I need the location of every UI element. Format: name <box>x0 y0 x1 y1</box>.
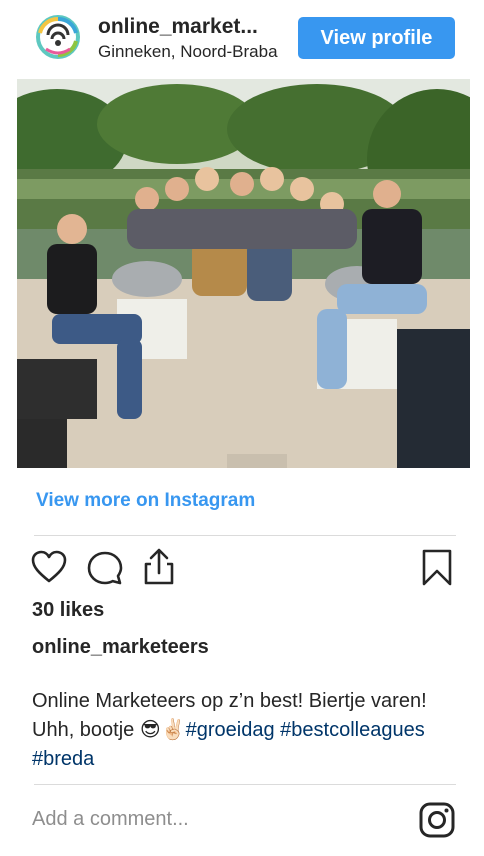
post-caption: Online Marketeers op z’n best! Biertje v… <box>32 687 452 774</box>
hashtag-link[interactable]: #groeidag <box>186 719 275 741</box>
divider <box>34 784 456 785</box>
action-bar <box>0 546 484 590</box>
divider <box>34 535 456 536</box>
post-image[interactable] <box>17 79 470 468</box>
view-profile-button[interactable]: View profile <box>298 17 455 59</box>
brand-logo-icon <box>36 15 80 59</box>
likes-count[interactable]: 30 likes <box>32 599 104 622</box>
hashtag-link[interactable]: #breda <box>32 748 94 770</box>
add-comment-input[interactable]: Add a comment... <box>32 808 189 831</box>
profile-avatar[interactable] <box>34 13 82 61</box>
heart-icon[interactable] <box>31 550 67 589</box>
view-more-link[interactable]: View more on Instagram <box>36 490 255 512</box>
comment-icon[interactable] <box>87 550 123 591</box>
post-author[interactable]: online_marketeers <box>32 636 209 659</box>
share-icon[interactable] <box>142 548 176 591</box>
post-header: online_market... Ginneken, Noord-Braba V… <box>0 0 484 78</box>
instagram-icon[interactable] <box>419 802 455 838</box>
bookmark-icon[interactable] <box>422 549 452 592</box>
boat-photo-illustration <box>17 79 470 468</box>
hashtag-link[interactable]: #bestcolleagues <box>280 719 425 741</box>
post-location[interactable]: Ginneken, Noord-Braba <box>98 42 298 62</box>
post-username[interactable]: online_market... <box>98 15 288 39</box>
